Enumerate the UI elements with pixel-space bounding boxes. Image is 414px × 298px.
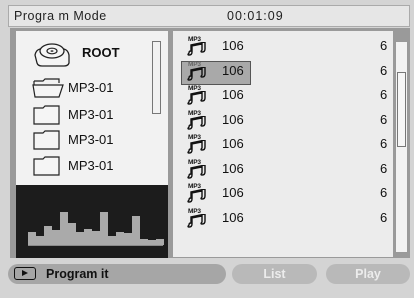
visualizer-bar (68, 223, 76, 245)
track-count: 6 (380, 87, 388, 102)
folder-label: MP3-01 (68, 132, 114, 147)
visualizer-bar (108, 236, 116, 245)
track-row[interactable]: MP3 106 6 (173, 34, 393, 58)
visualizer-baseline (28, 245, 163, 246)
mp3-file-icon: MP3 (186, 134, 208, 154)
visualizer-bar (76, 232, 84, 245)
mp3-file-icon: MP3 (186, 61, 208, 81)
play-button[interactable]: Play (326, 264, 410, 284)
spectrum-visualizer (16, 185, 168, 258)
track-scrollbar-thumb[interactable] (397, 72, 406, 147)
track-row[interactable]: MP3 106 6 (173, 59, 393, 85)
visualizer-bar (92, 231, 100, 245)
folder-item-mp3-01[interactable]: MP3-01 (16, 104, 166, 128)
track-number: 106 (222, 136, 244, 151)
folder-item-root[interactable]: ROOT (16, 37, 166, 67)
folder-label: MP3-01 (68, 158, 114, 173)
folder-icon (32, 155, 66, 182)
mp3-file-icon: MP3 (186, 36, 208, 56)
track-row[interactable]: MP3 106 6 (173, 132, 393, 156)
program-it-button[interactable]: Program it (8, 264, 226, 284)
track-number: 106 (222, 62, 244, 78)
track-number: 106 (222, 87, 244, 102)
visualizer-bar (36, 236, 44, 245)
folder-open-icon (32, 77, 66, 104)
mp3-file-icon: MP3 (186, 110, 208, 130)
mp3-file-icon: MP3 (186, 85, 208, 105)
folder-panel: ROOT MP3-01 MP3-01 MP3-01 MP3-01 (16, 31, 168, 185)
track-row[interactable]: MP3 106 6 (173, 206, 393, 230)
mode-title: Progra m Mode (14, 9, 107, 23)
track-row[interactable]: MP3 106 6 (173, 157, 393, 181)
visualizer-bar (100, 212, 108, 245)
title-bar: Progra m Mode 00:01:09 (8, 5, 410, 27)
folder-icon (32, 104, 66, 131)
disc-icon (32, 37, 72, 74)
visualizer-bar (140, 239, 148, 245)
track-number: 106 (222, 185, 244, 200)
button-bar: Program it List Play (8, 264, 410, 286)
track-count: 6 (380, 136, 388, 151)
folder-item-mp3-01[interactable]: MP3-01 (16, 129, 166, 153)
track-scrollbar[interactable] (395, 41, 408, 253)
visualizer-bar (156, 239, 164, 245)
play-icon (14, 267, 36, 280)
folder-scrollbar[interactable] (152, 41, 161, 114)
track-count: 6 (380, 160, 388, 176)
track-row[interactable]: MP3 106 6 (173, 181, 393, 205)
track-number: 106 (222, 111, 244, 127)
mp3-file-icon: MP3 (186, 159, 208, 179)
track-count: 6 (380, 185, 388, 200)
track-number: 106 (222, 160, 244, 176)
visualizer-bar (28, 232, 36, 245)
folder-label: ROOT (82, 45, 120, 60)
folder-icon (32, 129, 66, 156)
mp3-file-icon: MP3 (186, 208, 208, 228)
elapsed-time: 00:01:09 (227, 9, 284, 23)
visualizer-bar (84, 229, 92, 245)
track-count: 6 (380, 62, 388, 78)
track-count: 6 (380, 111, 388, 127)
folder-label: MP3-01 (68, 80, 114, 95)
track-row[interactable]: MP3 106 6 (173, 108, 393, 132)
track-number: 106 (222, 209, 244, 225)
list-button[interactable]: List (232, 264, 317, 284)
track-list: MP3 106 6 MP3 106 6 MP3 106 6 MP3 106 6 MP3 106 6 MP3 10… (173, 31, 393, 257)
visualizer-bar (60, 212, 68, 245)
track-count: 6 (380, 209, 388, 225)
visualizer-bar (148, 240, 156, 245)
visualizer-bar (116, 232, 124, 245)
folder-item-mp3-01[interactable]: MP3-01 (16, 155, 166, 179)
visualizer-bar (132, 216, 140, 245)
visualizer-bar (44, 226, 52, 245)
track-number: 106 (222, 38, 244, 53)
track-count: 6 (380, 38, 388, 53)
visualizer-bar (52, 230, 60, 245)
folder-label: MP3-01 (68, 107, 114, 122)
track-row[interactable]: MP3 106 6 (173, 83, 393, 107)
visualizer-bar (124, 233, 132, 245)
folder-item-mp3-01[interactable]: MP3-01 (16, 77, 166, 101)
mp3-file-icon: MP3 (186, 183, 208, 203)
